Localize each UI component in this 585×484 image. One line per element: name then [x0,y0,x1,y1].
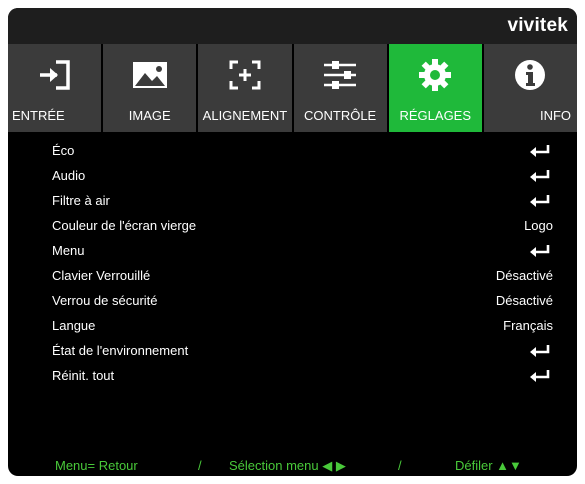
image-icon [130,56,170,94]
gear-icon [415,56,455,94]
enter-icon [529,369,551,383]
menu-item-etat-environnement[interactable]: État de l'environnement [8,339,577,363]
menu-item-couleur-ecran-vierge[interactable]: Couleur de l'écran vierge Logo [8,214,577,238]
alignment-icon [225,56,265,94]
menu-item-value: Logo [524,218,553,233]
menu-return-hint: Menu= Retour [55,458,138,473]
menu-item-label: Éco [52,143,75,158]
enter-icon [529,194,551,208]
select-menu-hint: Sélection menu ◀ ▶ [229,458,346,473]
menu-item-label: Audio [52,168,86,183]
menu-item-filtre-a-air[interactable]: Filtre à air [8,189,577,213]
tab-controle[interactable]: CONTRÔLE [293,44,387,132]
enter-icon [529,169,551,183]
menu-item-audio[interactable]: Audio [8,164,577,188]
menu-item-clavier-verrouille[interactable]: Clavier Verrouillé Désactivé [8,264,577,288]
menu-item-label: Couleur de l'écran vierge [52,218,197,233]
menu-item-verrou-securite[interactable]: Verrou de sécurité Désactivé [8,289,577,313]
menu-item-label: Verrou de sécurité [52,293,158,308]
menu-item-label: Clavier Verrouillé [52,268,151,283]
tab-alignement[interactable]: ALIGNEMENT [198,44,292,132]
settings-menu: Éco Audio Filtre à air Couleur de l'écra… [8,132,577,432]
tab-label: IMAGE [128,108,171,123]
top-bar: vivitek [8,8,577,44]
footer-separator: / [398,458,402,473]
sliders-icon [320,56,360,94]
input-icon [35,56,75,94]
tab-image[interactable]: IMAGE [103,44,197,132]
tab-entree[interactable]: ENTRÉE [8,44,102,132]
menu-item-reinit-tout[interactable]: Réinit. tout [8,364,577,388]
tab-label: ALIGNEMENT [202,108,288,123]
menu-item-label: Réinit. tout [52,368,115,383]
menu-item-value: Français [503,318,553,333]
menu-item-langue[interactable]: Langue Français [8,314,577,338]
menu-item-label: Menu [52,243,85,258]
enter-icon [529,144,551,158]
info-icon [510,56,550,94]
scroll-hint: Défiler ▲▼ [455,458,522,473]
menu-item-value: Désactivé [495,268,553,283]
vivitek-logo: vivitek [507,15,568,36]
menu-item-label: État de l'environnement [52,343,189,358]
tab-label: ENTRÉE [12,108,65,123]
menu-tabs: ENTRÉE IMAGE ALIGNEMENT CONTRÔLE RÉGLAGE… [8,44,577,132]
tab-info[interactable]: INFO [483,44,577,132]
tab-label: INFO [539,108,572,123]
footer-separator: / [198,458,202,473]
menu-item-value: Désactivé [495,293,553,308]
menu-item-menu[interactable]: Menu [8,239,577,263]
menu-item-label: Langue [52,318,96,333]
enter-icon [529,344,551,358]
tab-label: RÉGLAGES [399,108,472,123]
menu-item-label: Filtre à air [52,193,110,208]
tab-reglages[interactable]: RÉGLAGES [388,44,482,132]
enter-icon [529,244,551,258]
tab-label: CONTRÔLE [303,108,377,123]
footer-hints: Menu= Retour / Sélection menu ◀ ▶ / Défi… [8,457,577,476]
osd-menu: vivitek ENTRÉE IMAGE ALIGNEMENT CONTRÔLE… [8,8,577,476]
menu-item-eco[interactable]: Éco [8,139,577,163]
